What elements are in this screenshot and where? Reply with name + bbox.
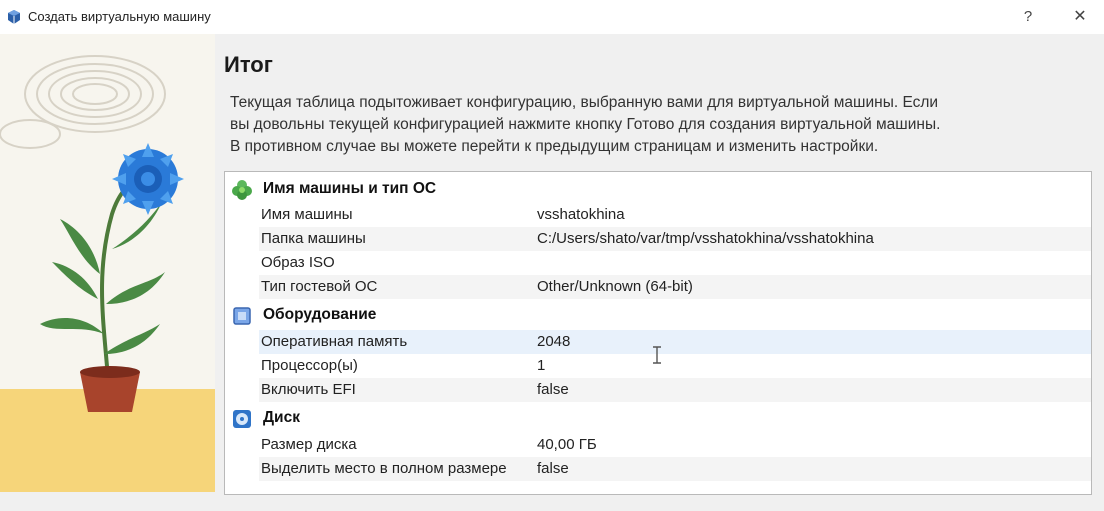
row-value: 40,00 ГБ xyxy=(537,436,597,453)
summary-row[interactable]: Размер диска 40,00 ГБ xyxy=(259,433,1091,457)
summary-table[interactable]: Имя машины и тип ОС Имя машины vsshatokh… xyxy=(224,171,1092,495)
description-line: Текущая таблица подытоживает конфигураци… xyxy=(230,94,939,111)
chip-icon xyxy=(233,307,251,325)
section-title: Оборудование xyxy=(263,306,377,323)
row-key: Оперативная память xyxy=(261,333,408,350)
row-key: Тип гостевой ОС xyxy=(261,278,378,295)
summary-row[interactable]: Оперативная память 2048 xyxy=(259,330,1091,354)
row-value: false xyxy=(537,381,569,398)
description-line: В противном случае вы можете перейти к п… xyxy=(230,138,879,155)
puzzle-icon xyxy=(232,180,252,200)
row-value: C:/Users/shato/var/tmp/vsshatokhina/vssh… xyxy=(537,230,874,247)
text-cursor-icon xyxy=(653,346,661,364)
description-line: вы довольны текущей конфигурацией нажмит… xyxy=(230,116,941,133)
row-value: 2048 xyxy=(537,333,571,350)
row-value: vsshatokhina xyxy=(537,206,625,223)
summary-row[interactable]: Имя машины vsshatokhina xyxy=(259,203,1091,227)
row-key: Имя машины xyxy=(261,206,353,223)
row-key: Процессор(ы) xyxy=(261,357,358,374)
summary-row[interactable]: Тип гостевой ОС Other/Unknown (64-bit) xyxy=(259,275,1091,299)
virtualbox-icon xyxy=(8,10,20,24)
summary-row[interactable]: Процессор(ы) 1 xyxy=(259,354,1091,378)
row-value: Other/Unknown (64-bit) xyxy=(537,278,693,295)
page-description: Текущая таблица подытоживает конфигураци… xyxy=(230,92,1090,158)
summary-row[interactable]: Включить EFI false xyxy=(259,378,1091,402)
row-key: Размер диска xyxy=(261,436,357,453)
section-name-and-os[interactable]: Имя машины и тип ОС xyxy=(225,174,1091,204)
row-key: Включить EFI xyxy=(261,381,356,398)
section-title: Имя машины и тип ОС xyxy=(263,180,437,197)
row-key: Папка машины xyxy=(261,230,366,247)
summary-row[interactable]: Папка машины C:/Users/shato/var/tmp/vssh… xyxy=(259,227,1091,251)
section-title: Диск xyxy=(263,409,300,426)
disk-icon xyxy=(233,410,251,428)
page-title: Итог xyxy=(224,52,273,77)
summary-row[interactable]: Образ ISO xyxy=(259,251,1091,275)
row-key: Выделить место в полном размере xyxy=(261,460,507,477)
section-disk[interactable]: Диск xyxy=(225,403,1091,433)
help-button[interactable]: ? xyxy=(1019,6,1037,28)
wizard-side-image xyxy=(0,34,215,492)
row-key: Образ ISO xyxy=(261,254,335,271)
summary-row[interactable]: Выделить место в полном размере false xyxy=(259,457,1091,481)
row-value: false xyxy=(537,460,569,477)
window-title: Создать виртуальную машину xyxy=(28,9,211,24)
row-value: 1 xyxy=(537,357,546,374)
section-hardware[interactable]: Оборудование xyxy=(225,300,1091,330)
close-button[interactable]: ✕ xyxy=(1071,6,1089,28)
title-bar: Создать виртуальную машину ? ✕ xyxy=(0,0,1104,34)
